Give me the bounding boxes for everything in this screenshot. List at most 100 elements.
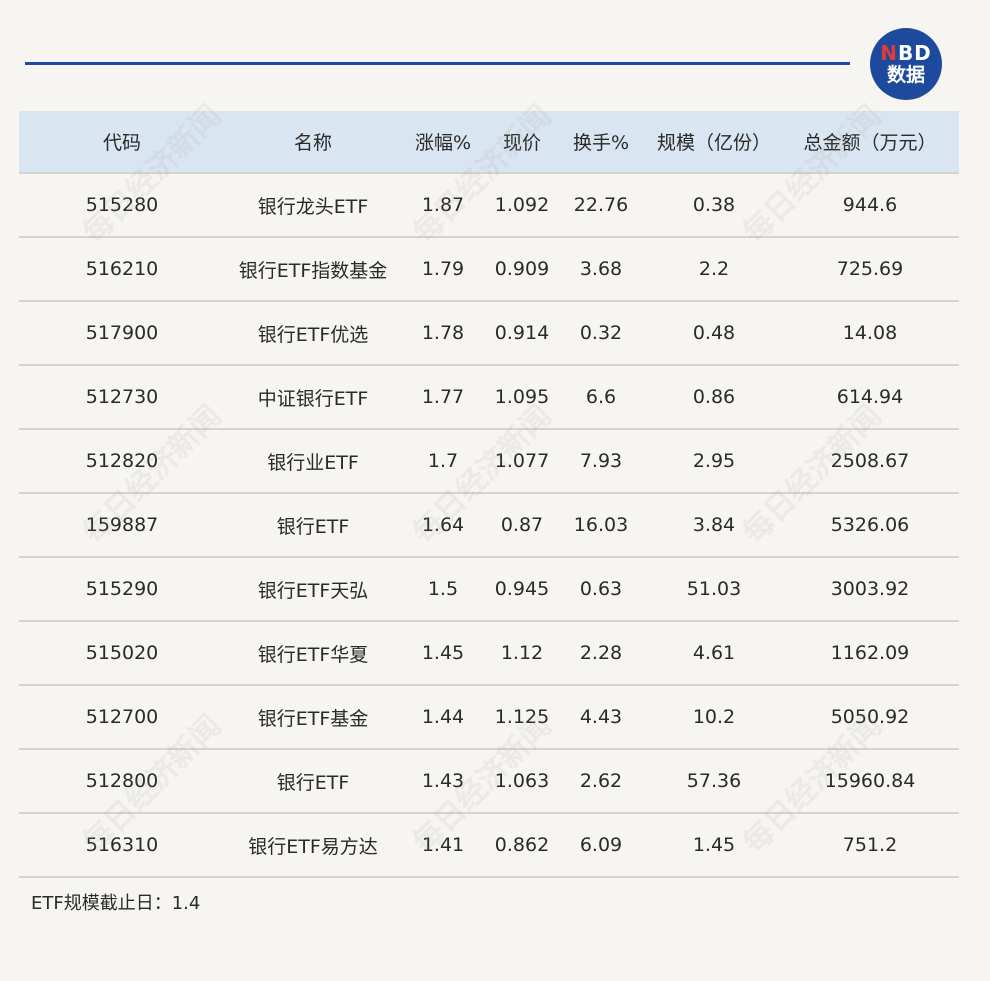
cell-change: 1.87 [421, 194, 465, 216]
cell-change: 1.77 [421, 386, 465, 408]
header-amount: 总金额（万元） [803, 132, 937, 154]
title-divider-line [25, 62, 850, 65]
table-body: 515280 银行龙头ETF 1.87 1.092 22.76 0.38 944.6 5162… [19, 174, 959, 878]
cell-code: 512730 [85, 386, 159, 408]
cell-code: 515290 [85, 578, 159, 600]
cell-amount: 944.6 [842, 194, 898, 216]
header-change: 涨幅% [414, 132, 472, 154]
cell-amount: 725.69 [836, 258, 904, 280]
cell-scale: 1.45 [692, 834, 736, 856]
cell-name: 银行ETF易方达 [248, 835, 378, 858]
cell-turnover: 3.68 [579, 258, 623, 280]
cell-price: 1.095 [494, 386, 550, 408]
cell-code: 159887 [85, 514, 159, 536]
cell-price: 1.12 [500, 642, 544, 664]
cell-code: 512800 [85, 770, 159, 792]
cell-price: 1.092 [494, 194, 550, 216]
table-row: 516310 银行ETF易方达 1.41 0.862 6.09 1.45 751.2 [19, 814, 959, 878]
cell-scale: 51.03 [686, 578, 742, 600]
cell-amount: 5326.06 [830, 514, 910, 536]
cell-turnover: 7.93 [579, 450, 623, 472]
header-code: 代码 [102, 132, 141, 154]
cell-amount: 2508.67 [830, 450, 910, 472]
cell-turnover: 2.62 [579, 770, 623, 792]
cell-amount: 15960.84 [824, 770, 916, 792]
cell-code: 516210 [85, 258, 159, 280]
cell-turnover: 22.76 [573, 194, 629, 216]
table-row: 512800 银行ETF 1.43 1.063 2.62 57.36 15960.84 [19, 750, 959, 814]
table-header-row: 代码 名称 涨幅% 现价 换手% 规模（亿份） 总金额（万元） [19, 111, 959, 174]
cell-code: 516310 [85, 834, 159, 856]
cell-code: 512700 [85, 706, 159, 728]
cell-turnover: 0.63 [579, 578, 623, 600]
cell-change: 1.7 [427, 450, 459, 472]
cell-name: 银行ETF基金 [257, 707, 369, 730]
footnote: ETF规模截止日：1.4 [31, 893, 201, 914]
cell-amount: 14.08 [842, 322, 898, 344]
cell-scale: 3.84 [692, 514, 736, 536]
cell-price: 0.909 [494, 258, 550, 280]
cell-code: 515280 [85, 194, 159, 216]
cell-name: 银行业ETF [267, 451, 359, 474]
cell-name: 银行ETF指数基金 [238, 259, 388, 282]
cell-turnover: 4.43 [579, 706, 623, 728]
cell-price: 0.862 [494, 834, 550, 856]
nbd-logo: NBD 数据 [870, 28, 942, 100]
cell-name: 银行ETF [276, 515, 350, 538]
header-name: 名称 [293, 132, 332, 154]
cell-code: 515020 [85, 642, 159, 664]
cell-price: 0.945 [494, 578, 550, 600]
cell-scale: 2.95 [692, 450, 736, 472]
table-row: 517900 银行ETF优选 1.78 0.914 0.32 0.48 14.08 [19, 302, 959, 366]
cell-code: 512820 [85, 450, 159, 472]
cell-scale: 4.61 [692, 642, 736, 664]
cell-price: 1.077 [494, 450, 550, 472]
cell-change: 1.41 [421, 834, 465, 856]
cell-change: 1.64 [421, 514, 465, 536]
cell-price: 0.914 [494, 322, 550, 344]
cell-turnover: 2.28 [579, 642, 623, 664]
cell-change: 1.43 [421, 770, 465, 792]
cell-amount: 751.2 [842, 834, 898, 856]
table-row: 512700 银行ETF基金 1.44 1.125 4.43 10.2 5050.92 [19, 686, 959, 750]
cell-amount: 1162.09 [830, 642, 910, 664]
cell-change: 1.78 [421, 322, 465, 344]
cell-amount: 5050.92 [830, 706, 910, 728]
cell-scale: 0.86 [692, 386, 736, 408]
table-row: 512820 银行业ETF 1.7 1.077 7.93 2.95 2508.67 [19, 430, 959, 494]
cell-turnover: 6.6 [585, 386, 617, 408]
table-row: 516210 银行ETF指数基金 1.79 0.909 3.68 2.2 725.69 [19, 238, 959, 302]
cell-scale: 0.48 [692, 322, 736, 344]
header-turnover: 换手% [572, 132, 630, 154]
cell-scale: 0.38 [692, 194, 736, 216]
cell-scale: 57.36 [686, 770, 742, 792]
table-row: 515280 银行龙头ETF 1.87 1.092 22.76 0.38 944.6 [19, 174, 959, 238]
cell-change: 1.44 [421, 706, 465, 728]
cell-turnover: 16.03 [573, 514, 629, 536]
cell-name: 银行龙头ETF [257, 195, 369, 218]
cell-amount: 614.94 [836, 386, 904, 408]
logo-text-top: NBD [880, 41, 932, 65]
header-price: 现价 [502, 132, 541, 154]
cell-change: 1.79 [421, 258, 465, 280]
cell-name: 银行ETF天弘 [257, 579, 369, 602]
table-row: 159887 银行ETF 1.64 0.87 16.03 3.84 5326.06 [19, 494, 959, 558]
table-row: 515020 银行ETF华夏 1.45 1.12 2.28 4.61 1162.09 [19, 622, 959, 686]
cell-turnover: 6.09 [579, 834, 623, 856]
cell-name: 中证银行ETF [257, 387, 369, 410]
cell-scale: 2.2 [698, 258, 730, 280]
etf-table: 代码 名称 涨幅% 现价 换手% 规模（亿份） 总金额（万元） 515280 银行… [19, 111, 959, 878]
cell-price: 0.87 [500, 514, 544, 536]
cell-amount: 3003.92 [830, 578, 910, 600]
logo-text-bottom: 数据 [886, 64, 925, 86]
cell-name: 银行ETF [276, 771, 350, 794]
header-scale: 规模（亿份） [656, 132, 771, 154]
cell-change: 1.45 [421, 642, 465, 664]
cell-code: 517900 [85, 322, 159, 344]
table-row: 515290 银行ETF天弘 1.5 0.945 0.63 51.03 3003.92 [19, 558, 959, 622]
cell-name: 银行ETF华夏 [257, 643, 369, 666]
table-row: 512730 中证银行ETF 1.77 1.095 6.6 0.86 614.94 [19, 366, 959, 430]
cell-price: 1.125 [494, 706, 550, 728]
cell-scale: 10.2 [692, 706, 736, 728]
cell-change: 1.5 [427, 578, 459, 600]
